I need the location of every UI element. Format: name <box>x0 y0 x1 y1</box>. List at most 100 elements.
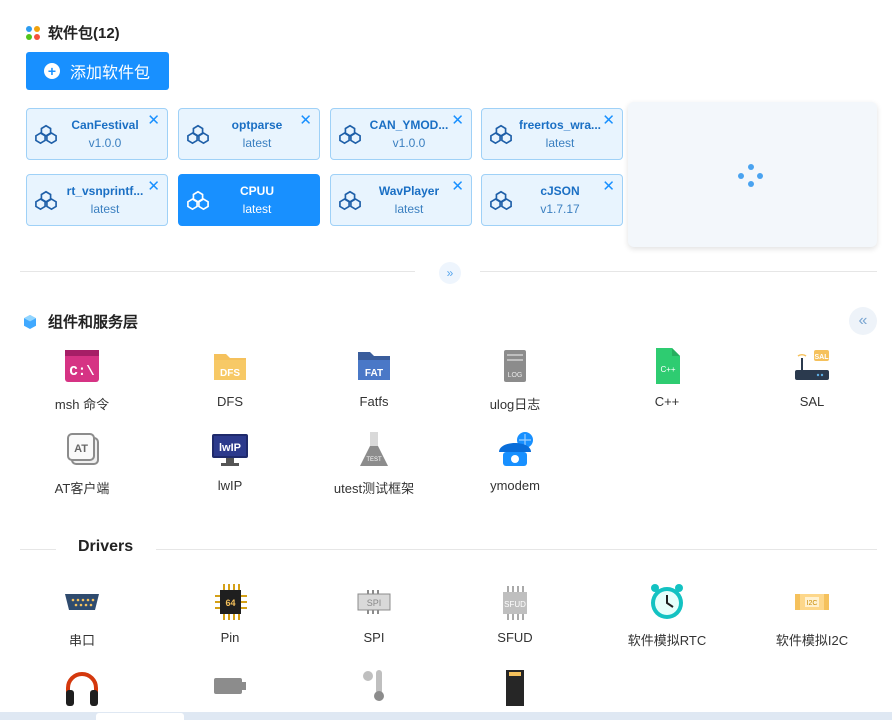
cube-icon <box>24 314 36 329</box>
component-sal[interactable]: SAL SAL <box>762 346 862 409</box>
package-name: WavPlayer <box>378 184 440 198</box>
package-icon <box>187 190 209 211</box>
package-loading-panel <box>628 102 877 247</box>
package-icon <box>339 190 361 211</box>
clock-icon <box>651 584 683 619</box>
driver-spi[interactable]: SPI SPI <box>324 582 424 645</box>
component-dfs[interactable]: DFS DFS <box>180 346 280 409</box>
package-icon <box>35 124 57 145</box>
battery-icon <box>214 678 246 694</box>
router-icon: SAL <box>795 350 830 380</box>
driver-battery[interactable] <box>180 666 280 706</box>
package-card[interactable]: CanFestival v1.0.0 ✕ <box>26 108 168 160</box>
component-ulog[interactable]: LOG ulog日志 <box>465 346 565 413</box>
divider-line <box>480 271 877 272</box>
packages-title: 软件包(12) <box>48 25 120 42</box>
component-lwip[interactable]: lwIP lwIP <box>180 430 280 493</box>
driver-audio[interactable] <box>32 666 132 706</box>
component-label: ymodem <box>490 478 540 493</box>
component-ymodem[interactable]: ymodem <box>465 430 565 493</box>
close-icon[interactable]: ✕ <box>602 179 615 194</box>
component-utest[interactable]: TEST utest测试框架 <box>324 430 424 497</box>
svg-text:DFS: DFS <box>220 368 240 379</box>
component-label: ulog日志 <box>489 397 541 412</box>
component-label: AT客户端 <box>54 481 110 496</box>
package-name: optparse <box>231 118 283 132</box>
package-version: latest <box>394 202 424 216</box>
drivers-divider: Drivers <box>20 538 877 560</box>
svg-text:FAT: FAT <box>365 368 383 379</box>
close-icon[interactable]: ✕ <box>147 179 160 194</box>
component-label: DFS <box>217 394 243 409</box>
i2c-icon: I2C <box>795 594 829 610</box>
package-name: freertos_wra... <box>518 118 602 132</box>
driver-sfud[interactable]: SFUD SFUD <box>465 582 565 645</box>
package-icon <box>35 190 57 211</box>
component-at-client[interactable]: AT AT客户端 <box>32 430 132 497</box>
package-card-selected[interactable]: CPUU latest <box>178 174 320 226</box>
package-name: rt_vsnprintf... <box>66 184 144 198</box>
driver-soft-i2c[interactable]: I2C 软件模拟I2C <box>762 582 862 649</box>
fat-folder-icon: FAT <box>358 352 390 380</box>
package-version: v1.7.17 <box>540 202 580 216</box>
terminal-icon: C:\ <box>65 350 99 382</box>
package-version: latest <box>242 202 272 216</box>
component-label: msh 命令 <box>54 397 110 412</box>
package-card[interactable]: WavPlayer latest ✕ <box>330 174 472 226</box>
components-title: 组件和服务层 <box>48 314 139 331</box>
driver-serial[interactable]: 串口 <box>32 582 132 649</box>
package-card[interactable]: optparse latest ✕ <box>178 108 320 160</box>
svg-text:SAL: SAL <box>815 354 830 361</box>
driver-label: 串口 <box>68 633 95 648</box>
spi-icon: SPI <box>357 590 391 614</box>
at-icon: AT <box>67 433 99 465</box>
sd-card-icon <box>506 670 524 706</box>
close-icon[interactable]: ✕ <box>147 113 160 128</box>
component-label: lwIP <box>217 478 243 493</box>
bottom-tab[interactable] <box>96 713 184 720</box>
package-card[interactable]: rt_vsnprintf...latest ✕ <box>26 174 168 226</box>
component-label: Fatfs <box>359 394 389 409</box>
driver-label: 软件模拟RTC <box>627 633 707 648</box>
package-name: CanFestival <box>71 118 139 132</box>
component-label: utest测试框架 <box>333 481 415 496</box>
plus-icon: + <box>44 63 60 79</box>
loading-spinner-icon <box>738 164 768 188</box>
package-name: CPUU <box>239 184 274 198</box>
flask-icon: TEST <box>360 432 388 466</box>
package-card[interactable]: cJSON v1.7.17 ✕ <box>481 174 623 226</box>
package-version: latest <box>90 202 120 216</box>
flash-chip-icon: SFUD <box>503 586 527 620</box>
package-icon <box>490 124 512 145</box>
package-card[interactable]: freertos_wra...latest ✕ <box>481 108 623 160</box>
driver-sensor[interactable] <box>324 666 424 706</box>
packages-divider: » <box>20 262 877 284</box>
driver-sd-card[interactable] <box>465 666 565 706</box>
divider-line <box>156 549 877 550</box>
component-label: SAL <box>799 394 825 409</box>
log-icon: LOG <box>504 350 526 382</box>
component-fatfs[interactable]: FAT Fatfs <box>324 346 424 409</box>
headphones-icon <box>66 672 98 706</box>
close-icon[interactable]: ✕ <box>299 113 312 128</box>
close-icon[interactable]: ✕ <box>602 113 615 128</box>
package-version: v1.0.0 <box>392 136 426 150</box>
add-package-button[interactable]: + 添加软件包 <box>26 52 169 90</box>
package-card[interactable]: CAN_YMOD... v1.0.0 ✕ <box>330 108 472 160</box>
package-version: latest <box>545 136 575 150</box>
phone-icon <box>499 432 533 466</box>
expand-chevron-icon[interactable]: » <box>439 262 461 284</box>
component-cpp[interactable]: C++ C++ <box>617 346 717 409</box>
driver-soft-rtc[interactable]: 软件模拟RTC <box>617 582 717 649</box>
packages-header: 软件包(12) <box>26 22 120 43</box>
thermometer-icon <box>363 670 384 701</box>
collapse-chevron-icon[interactable]: « <box>849 307 877 335</box>
svg-text:64: 64 <box>225 598 235 608</box>
component-msh[interactable]: C:\ msh 命令 <box>32 346 132 413</box>
svg-text:C:\: C:\ <box>69 364 94 380</box>
close-icon[interactable]: ✕ <box>451 179 464 194</box>
svg-text:TEST: TEST <box>366 457 382 463</box>
driver-pin[interactable]: 64 Pin <box>180 582 280 645</box>
close-icon[interactable]: ✕ <box>451 113 464 128</box>
serial-port-icon <box>65 594 99 610</box>
